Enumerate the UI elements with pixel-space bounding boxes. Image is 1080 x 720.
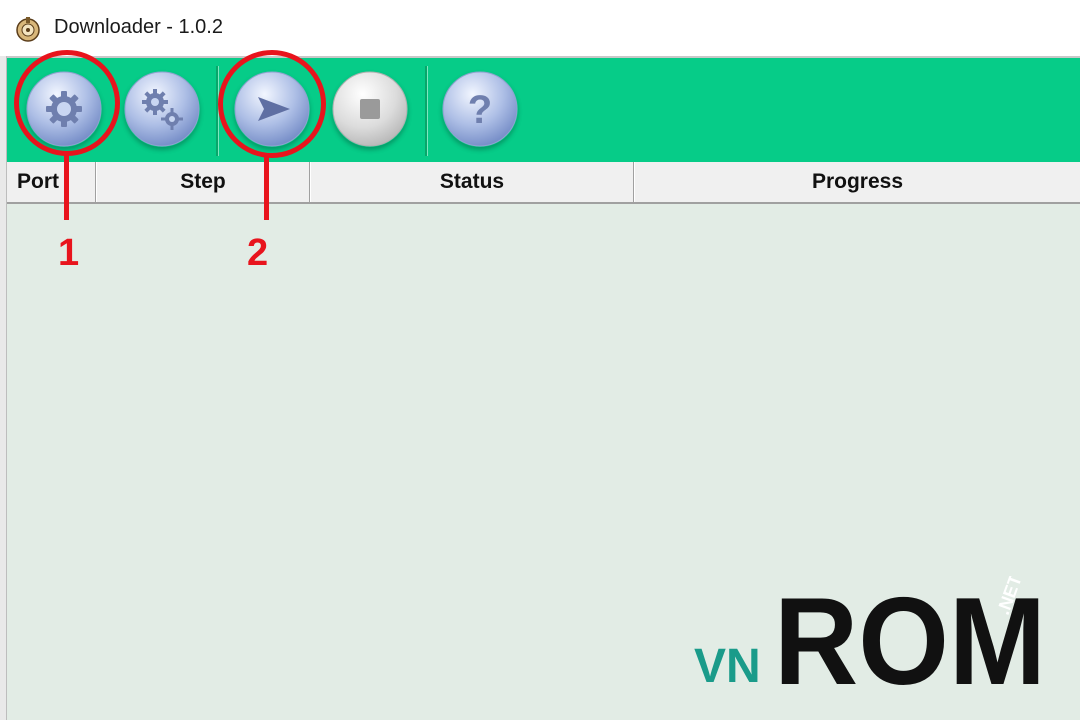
help-question-icon: ? (442, 71, 518, 147)
stop-button[interactable] (332, 71, 408, 147)
gears-icon (124, 71, 200, 147)
column-header-status[interactable]: Status (310, 162, 634, 202)
toolbar: ? (0, 56, 1080, 162)
title-bar: Downloader - 1.0.2 (0, 0, 1080, 56)
advanced-settings-button[interactable] (124, 71, 200, 147)
annotation-line-2 (264, 156, 269, 220)
annotation-line-1 (64, 154, 69, 220)
table-header: Port Step Status Progress (0, 162, 1080, 204)
downloader-app-icon (16, 17, 40, 42)
annotation-circle-2 (218, 50, 326, 158)
annotation-label-1: 1 (58, 232, 80, 274)
annotation-circle-1 (14, 50, 120, 156)
vnrom-watermark-logo: VN ROM .NET (694, 576, 1046, 696)
svg-text:?: ? (468, 88, 492, 132)
window-left-border (0, 56, 7, 720)
column-header-progress[interactable]: Progress (634, 162, 1080, 202)
column-header-step[interactable]: Step (96, 162, 310, 202)
toolbar-separator (425, 66, 428, 156)
help-button[interactable]: ? (442, 71, 518, 147)
stop-icon (332, 71, 408, 147)
annotation-label-2: 2 (247, 232, 269, 274)
window-title: Downloader - 1.0.2 (54, 16, 223, 38)
watermark-vn-text: VN (694, 640, 761, 693)
column-header-port[interactable]: Port (6, 162, 96, 202)
